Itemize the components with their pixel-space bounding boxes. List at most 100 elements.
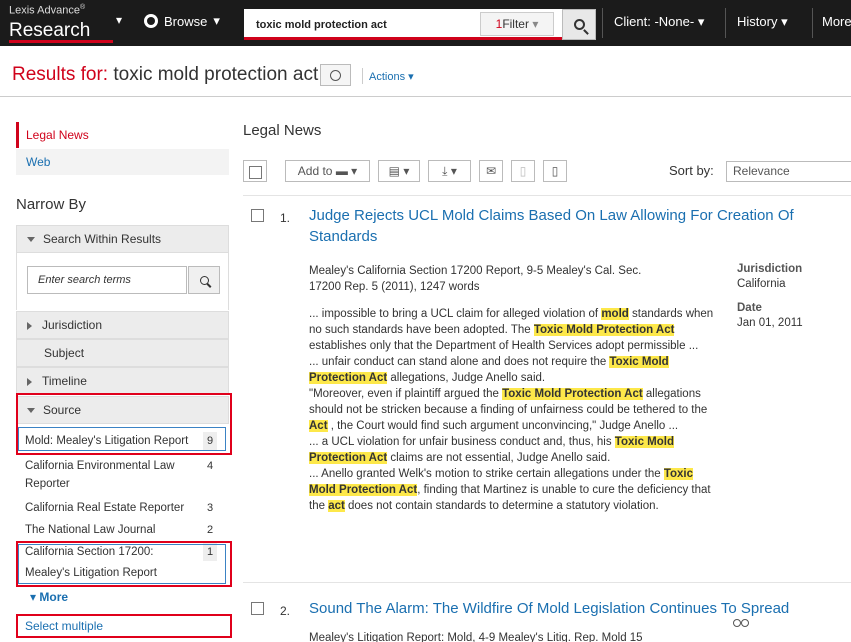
result-citation: Mealey's Litigation Report: Mold, 4-9 Me… <box>309 632 643 642</box>
chevron-down-icon: ▾ <box>781 14 788 29</box>
more-sources-link[interactable]: ▾ More <box>30 590 68 604</box>
source-count: 2 <box>206 524 214 536</box>
annotation-selection-box <box>18 427 226 451</box>
date-value: Jan 01, 2011 <box>737 317 803 329</box>
product-switcher-chevron-icon[interactable]: ▾ <box>116 13 122 27</box>
results-toolbar: Add to ▬ ▾ ▤ ▾ ⤓ ▾ ✉ ▯ ▯ Sort by: Releva… <box>243 160 851 184</box>
nav-divider <box>812 8 813 38</box>
expand-triangle-icon <box>27 377 32 386</box>
result-checkbox[interactable] <box>251 602 264 615</box>
more-label: More <box>822 14 851 29</box>
results-section-title: Legal News <box>243 122 322 139</box>
search-button[interactable] <box>562 9 596 40</box>
divider <box>243 195 851 196</box>
folder-icon: ▬ <box>335 164 348 178</box>
search-within-toggle[interactable]: Search Within Results <box>16 225 229 253</box>
brand-name: Lexis Advance <box>9 4 80 17</box>
brand-registered-mark: ® <box>79 4 86 11</box>
divider <box>362 68 363 84</box>
globe-icon <box>144 14 158 28</box>
chevron-down-icon: ▾ <box>213 13 220 28</box>
email-icon: ✉ <box>485 164 497 178</box>
facet-subject[interactable]: Subject <box>16 339 229 367</box>
annotation-selection-box <box>18 544 226 584</box>
top-navigation-bar: Lexis Advance® Research ▾ Browse ▾ toxic… <box>0 0 851 46</box>
search-icon <box>573 19 585 30</box>
source-item-ca-environmental[interactable]: California Environmental Law Reporter 4 <box>25 457 221 493</box>
result-number: 1. <box>280 211 291 225</box>
search-input[interactable]: toxic mold protection act 1Filter ▾ <box>244 9 562 40</box>
copy-button[interactable]: ▯ <box>511 160 535 182</box>
chevron-down-icon: ▾ <box>30 590 37 604</box>
client-menu[interactable]: Client: -None- ▾ <box>614 14 704 30</box>
print-button[interactable]: ▤ ▾ <box>378 160 420 182</box>
chevron-down-icon: ▾ <box>697 14 705 29</box>
divider <box>243 582 851 583</box>
sidebar-tab-web[interactable]: Web <box>16 149 229 175</box>
search-within-panel: Enter search terms <box>16 252 229 310</box>
chevron-down-icon: ▾ <box>403 164 410 178</box>
results-header: Results for: toxic mold protection act A… <box>0 47 851 97</box>
result-checkbox[interactable] <box>251 209 264 222</box>
result-title-link[interactable]: Sound The Alarm: The Wildfire Of Mold Le… <box>309 598 789 619</box>
actions-label: Actions <box>369 71 406 83</box>
facet-label: Jurisdiction <box>42 318 103 332</box>
sort-select[interactable]: Relevance <box>726 161 851 182</box>
source-count: 3 <box>206 502 214 514</box>
search-within-label: Search Within Results <box>43 232 162 246</box>
source-count: 4 <box>206 460 214 472</box>
more-menu[interactable]: More <box>822 14 851 29</box>
chevron-down-icon: ▾ <box>532 17 539 31</box>
email-button[interactable]: ✉ <box>479 160 503 182</box>
brand-logo[interactable]: Lexis Advance® Research <box>9 3 113 43</box>
actions-menu[interactable]: Actions ▾ <box>369 70 414 83</box>
source-item-ca-real-estate[interactable]: California Real Estate Reporter 3 <box>25 499 221 517</box>
result-title-link[interactable]: Judge Rejects UCL Mold Claims Based On L… <box>309 205 794 247</box>
facet-timeline[interactable]: Timeline <box>16 367 229 395</box>
add-to-folder-button[interactable]: Add to ▬ ▾ <box>285 160 370 182</box>
result-number: 2. <box>280 604 291 618</box>
document-icon: ▯ <box>551 164 559 178</box>
date-label: Date <box>737 302 762 314</box>
result-citation: Mealey's California Section 17200 Report… <box>309 265 642 293</box>
brand-product: Research <box>9 20 91 41</box>
annotation-highlight-box <box>16 614 232 638</box>
facet-label: Subject <box>44 346 85 360</box>
jurisdiction-label: Jurisdiction <box>737 263 803 275</box>
create-alert-button[interactable] <box>320 64 351 86</box>
chevron-down-icon: ▾ <box>351 164 358 178</box>
browse-label: Browse <box>164 13 208 29</box>
expand-triangle-icon <box>27 321 32 330</box>
search-query-text: toxic mold protection act <box>256 19 387 31</box>
filter-label: Filter <box>502 17 529 31</box>
download-button[interactable]: ⤓ ▾ <box>428 160 471 182</box>
page-title: Results for: toxic mold protection act <box>12 64 318 86</box>
history-label: History <box>737 14 778 29</box>
search-within-button[interactable] <box>188 266 220 294</box>
nav-divider <box>602 8 603 38</box>
results-term: toxic mold protection act <box>113 64 319 85</box>
glasses-icon <box>733 619 749 627</box>
facet-label: Timeline <box>42 374 87 388</box>
select-all-checkbox[interactable] <box>243 160 267 182</box>
client-label: Client: -None- <box>614 14 695 29</box>
result-snippet: ... impossible to bring a UCL claim for … <box>309 308 714 512</box>
history-menu[interactable]: History ▾ <box>737 14 788 30</box>
search-icon <box>199 275 209 285</box>
new-document-button[interactable]: ▯ <box>543 160 567 182</box>
collapse-triangle-icon <box>27 237 35 243</box>
chevron-down-icon: ▾ <box>408 71 414 83</box>
source-item-national-law-journal[interactable]: The National Law Journal 2 <box>25 521 221 539</box>
download-icon: ⤓ <box>442 164 448 178</box>
checkbox <box>248 166 262 179</box>
facet-jurisdiction[interactable]: Jurisdiction <box>16 311 229 339</box>
filter-button[interactable]: 1Filter ▾ <box>480 12 554 36</box>
search-within-input[interactable]: Enter search terms <box>27 266 187 294</box>
alarm-clock-icon <box>330 69 341 81</box>
jurisdiction-value: California <box>737 278 786 290</box>
browse-menu[interactable]: Browse ▾ <box>144 13 220 29</box>
document-icon: ▯ <box>519 164 527 178</box>
sort-by-label: Sort by: <box>669 163 714 178</box>
print-icon: ▤ <box>388 164 400 178</box>
sidebar-tab-legal-news[interactable]: Legal News <box>16 122 229 148</box>
